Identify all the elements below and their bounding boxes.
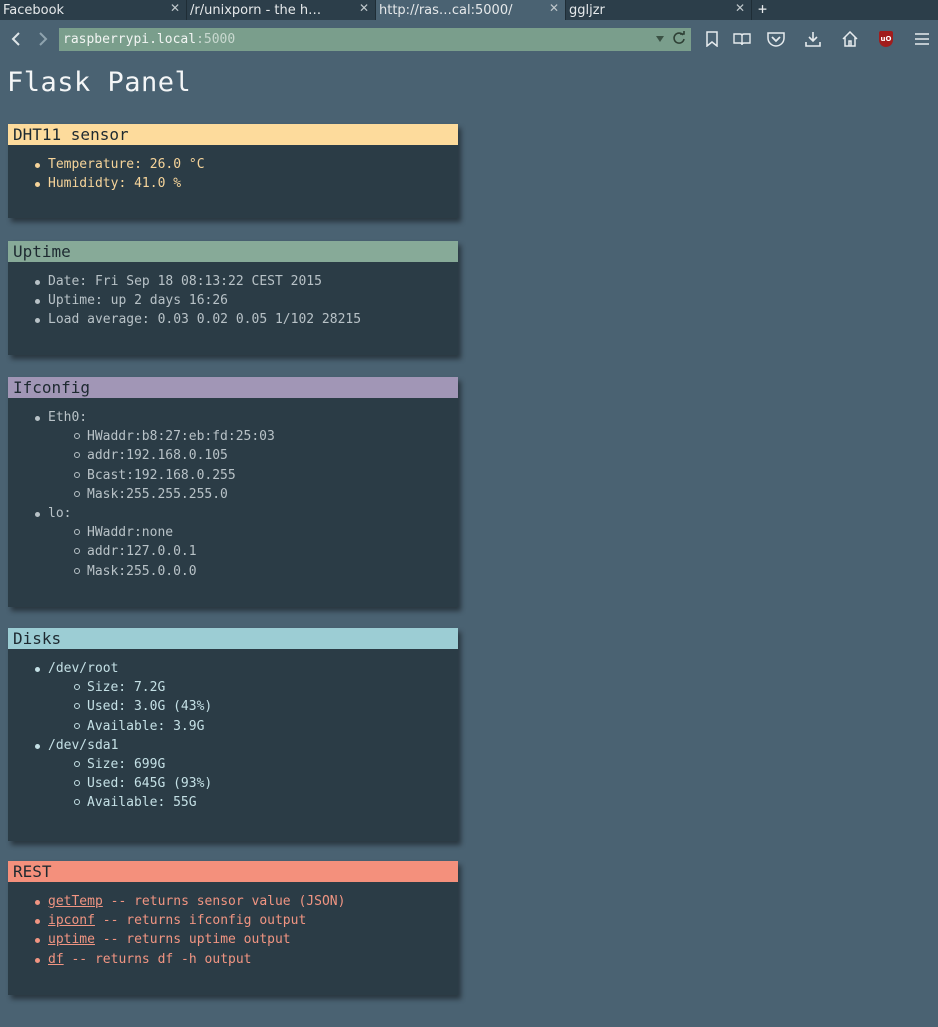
list-item: addr:127.0.0.1 [8,542,458,561]
disk-label: /dev/sda1 [8,736,458,755]
reload-icon[interactable] [672,31,686,45]
tab-unixporn[interactable]: /r/unixporn - the h… ✕ [187,0,376,20]
pocket-icon [767,32,785,47]
list-item: Available: 55G [8,793,458,812]
forward-icon [39,32,48,46]
ublock-icon: uO [879,31,893,47]
close-icon[interactable]: ✕ [170,1,180,15]
list-item: Used: 3.0G (43%) [8,697,458,716]
rest-panel: REST getTemp -- returns sensor value (JS… [8,861,458,995]
list-item: Used: 645G (93%) [8,774,458,793]
ipconf-link[interactable]: ipconf [48,913,95,928]
tab-label: Facebook [3,2,65,18]
list-item: uptime -- returns uptime output [8,930,458,949]
tab-label: http://ras…cal:5000/ [379,2,513,18]
list-item: Mask:255.255.255.0 [8,485,458,504]
list-item: Load average: 0.03 0.02 0.05 1/102 28215 [8,310,458,329]
interface-label: lo: [8,504,458,523]
page-title: Flask Panel [7,67,192,98]
endpoint-list: getTemp -- returns sensor value (JSON) i… [8,882,458,969]
list-item: getTemp -- returns sensor value (JSON) [8,892,458,911]
close-icon[interactable]: ✕ [735,1,745,15]
bookmark-button[interactable] [702,29,722,49]
uptime-list: Date: Fri Sep 18 08:13:22 CEST 2015 Upti… [8,262,458,330]
back-icon [11,32,20,46]
list-item: df -- returns df -h output [8,950,458,969]
endpoint-description: -- returns df -h output [63,951,252,967]
df-link[interactable]: df [48,952,64,967]
home-icon [842,31,858,47]
list-item: Bcast:192.168.0.255 [8,466,458,485]
download-button[interactable] [803,29,823,49]
forward-button[interactable] [32,28,54,50]
list-item: Available: 3.9G [8,717,458,736]
navigation-bar: raspberrypi.local:5000 uO [0,20,938,58]
disk-list: /dev/root Size: 7.2G Used: 3.0G (43%) Av… [8,649,458,813]
bookmark-icon [706,31,718,47]
disks-panel: Disks /dev/root Size: 7.2G Used: 3.0G (4… [8,628,458,841]
tab-ggljzr[interactable]: ggljzr ✕ [566,0,752,20]
dht11-panel: DHT11 sensor Temperature: 26.0 °C Humidi… [8,124,458,218]
close-icon[interactable]: ✕ [359,1,369,15]
list-item: HWaddr:b8:27:eb:fd:25:03 [8,427,458,446]
dropdown-icon[interactable] [655,31,665,45]
panel-title: Uptime [8,241,458,262]
endpoint-description: -- returns uptime output [94,932,291,948]
download-icon [805,32,821,47]
home-button[interactable] [840,29,860,49]
reading-list-icon [733,33,751,46]
panel-title: Disks [8,628,458,649]
endpoint-description: -- returns ifconfig output [94,913,307,929]
pocket-button[interactable] [766,29,786,49]
tab-facebook[interactable]: Facebook ✕ [0,0,187,20]
list-item: HWaddr:none [8,523,458,542]
sensor-list: Temperature: 26.0 °C Humididty: 41.0 % [8,145,458,193]
list-item: Date: Fri Sep 18 08:13:22 CEST 2015 [8,272,458,291]
tab-label: ggljzr [569,2,605,18]
back-button[interactable] [5,28,27,50]
url-host: raspberrypi.local [63,32,197,47]
panel-title: DHT11 sensor [8,124,458,145]
endpoint-description: -- returns sensor value (JSON) [102,894,346,909]
ifconfig-panel: Ifconfig Eth0: HWaddr:b8:27:eb:fd:25:03 … [8,377,458,607]
list-item: Size: 699G [8,755,458,774]
tab-strip: Facebook ✕ /r/unixporn - the h… ✕ http:/… [0,0,938,20]
tab-flask-panel[interactable]: http://ras…cal:5000/ ✕ [376,0,566,20]
panel-title: REST [8,861,458,882]
url-bar[interactable]: raspberrypi.local:5000 [59,28,691,51]
list-item: Mask:255.0.0.0 [8,562,458,581]
list-item: Temperature: 26.0 °C [8,155,458,174]
list-item: Uptime: up 2 days 16:26 [8,291,458,310]
ublock-button[interactable]: uO [876,29,896,49]
reading-list-button[interactable] [732,29,752,49]
uptime-link[interactable]: uptime [48,932,95,947]
interface-list: Eth0: HWaddr:b8:27:eb:fd:25:03 addr:192.… [8,398,458,581]
tab-label: /r/unixporn - the h… [190,2,322,18]
list-item: Humididty: 41.0 % [8,174,458,193]
close-icon[interactable]: ✕ [549,1,559,15]
menu-button[interactable] [912,29,932,49]
list-item: ipconf -- returns ifconfig output [8,911,458,930]
interface-label: Eth0: [8,408,458,427]
list-item: Size: 7.2G [8,678,458,697]
panel-title: Ifconfig [8,377,458,398]
new-tab-button[interactable]: + [752,0,773,20]
url-port: :5000 [196,32,236,47]
list-item: addr:192.168.0.105 [8,446,458,465]
gettemp-link[interactable]: getTemp [48,894,103,909]
uptime-panel: Uptime Date: Fri Sep 18 08:13:22 CEST 20… [8,241,458,355]
menu-icon [915,33,929,45]
disk-label: /dev/root [8,659,458,678]
